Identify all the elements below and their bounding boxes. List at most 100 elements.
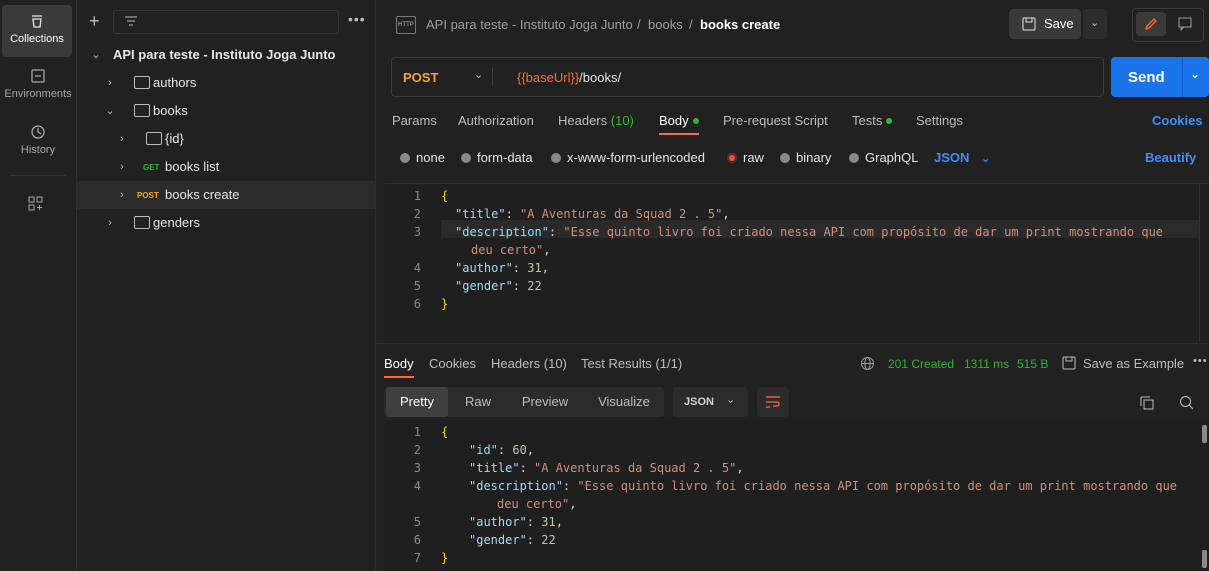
request-body-editor[interactable]: 1 2 3 4 5 6 { "title": "A Aventuras da S… [385, 183, 1209, 342]
tab-body[interactable]: Body [659, 113, 699, 128]
copy-icon[interactable] [1140, 396, 1154, 410]
grid-plus-icon [28, 196, 43, 211]
edit-mode-button[interactable] [1136, 12, 1166, 36]
chevron-down-icon: ⌄ [981, 153, 991, 165]
response-size[interactable]: 515 B [1017, 357, 1048, 371]
radio-label: raw [743, 150, 764, 165]
editor-scrollbar[interactable] [1199, 184, 1200, 342]
rail-environments[interactable]: Environments [0, 68, 76, 108]
view-pretty[interactable]: Pretty [386, 387, 448, 417]
tree-label: books list [165, 159, 220, 174]
tab-tests[interactable]: Tests [852, 113, 893, 128]
radio-label: none [416, 150, 445, 165]
globe-icon[interactable] [860, 356, 875, 371]
tab-tests-label: Tests [852, 113, 883, 128]
method-tag: POST [137, 191, 159, 200]
response-format-select[interactable]: JSON ⌄ [673, 387, 748, 417]
scrollbar-thumb[interactable] [1202, 425, 1207, 443]
url-input[interactable]: {{baseUrl}}/books/ [517, 70, 621, 85]
tab-headers[interactable]: Headers (10) [558, 113, 634, 128]
rail-history-label: History [20, 144, 56, 156]
comments-button[interactable] [1171, 12, 1199, 36]
tree-folder-genders[interactable]: › genders [77, 209, 375, 237]
send-label: Send [1128, 69, 1165, 86]
line-number: 1 [413, 189, 421, 203]
radio-label: form-data [477, 150, 533, 165]
sidebar: + ••• ⌄ API para teste - Instituto Joga … [77, 0, 376, 571]
breadcrumb-folder[interactable]: books [648, 17, 683, 32]
tab-params[interactable]: Params [392, 113, 437, 128]
chevron-right-icon: › [108, 77, 112, 89]
response-tab-body[interactable]: Body [384, 356, 414, 371]
response-time[interactable]: 1311 ms [964, 357, 1009, 371]
breadcrumb-collection[interactable]: API para teste - Instituto Joga Junto [426, 17, 633, 32]
response-active-indicator [384, 376, 414, 378]
line-number: 7 [413, 551, 421, 565]
save-icon [1062, 356, 1076, 370]
tree-folder-authors[interactable]: › authors [77, 69, 375, 97]
cookies-link[interactable]: Cookies [1152, 113, 1203, 128]
tab-authorization[interactable]: Authorization [458, 113, 534, 128]
wrap-lines-button[interactable] [757, 387, 789, 417]
scrollbar-thumb[interactable] [1202, 550, 1207, 568]
line-number: 6 [413, 533, 421, 547]
code-brace: } [441, 297, 449, 311]
tree-label: books create [165, 187, 240, 202]
save-example-label: Save as Example [1083, 356, 1185, 371]
response-body-viewer[interactable]: 1 2 3 4 5 6 7 { "id": 60, "title": "A Av… [385, 420, 1209, 571]
active-tab-indicator [659, 133, 699, 135]
body-mode-form-data[interactable]: form-data [461, 150, 533, 165]
save-button[interactable]: Save [1009, 9, 1081, 39]
search-icon[interactable] [1179, 395, 1194, 410]
code-line: "gender": 22 [455, 279, 542, 293]
method-label: POST [403, 70, 439, 85]
tree-request-books-create[interactable]: › POST books create [77, 181, 375, 209]
rail-configure-workbench[interactable] [28, 196, 44, 215]
code-brace: { [441, 425, 449, 439]
line-number: 5 [413, 279, 421, 293]
status-code[interactable]: 201 Created [888, 357, 954, 371]
tests-dot [886, 118, 893, 124]
view-preview[interactable]: Preview [510, 387, 580, 417]
url-divider [492, 68, 493, 86]
view-visualize[interactable]: Visualize [586, 387, 662, 417]
tree-request-books-list[interactable]: › GET books list [77, 153, 375, 181]
chevron-down-icon[interactable]: ⌄ [1190, 67, 1200, 81]
body-mode-raw[interactable]: raw [727, 150, 764, 165]
tree-folder-id[interactable]: › {id} [77, 125, 375, 153]
response-tab-headers[interactable]: Headers (10) [491, 356, 567, 371]
collection-filter-input[interactable] [113, 10, 339, 34]
response-tab-cookies[interactable]: Cookies [429, 356, 476, 371]
method-select[interactable]: POST ⌄ [392, 58, 492, 96]
line-number: 6 [413, 297, 421, 311]
body-mode-urlencoded[interactable]: x-www-form-urlencoded [551, 150, 705, 165]
save-icon [1022, 17, 1036, 31]
tree-label: books [153, 103, 188, 118]
chevron-right-icon: › [108, 217, 112, 229]
tab-body-label: Body [659, 113, 689, 128]
code-line: deu certo", [471, 243, 551, 257]
tab-pre-request-script[interactable]: Pre-request Script [723, 113, 828, 128]
radio-icon [780, 153, 790, 163]
tree-collection[interactable]: ⌄ API para teste - Instituto Joga Junto [77, 41, 375, 69]
wrap-icon [766, 396, 780, 408]
response-tab-test-results[interactable]: Test Results (1/1) [581, 356, 682, 371]
body-mode-graphql[interactable]: GraphQL [849, 150, 918, 165]
new-collection-plus-icon[interactable]: + [89, 12, 100, 30]
body-format-select[interactable]: JSON ⌄ [934, 150, 990, 165]
tree-folder-books[interactable]: ⌄ books [77, 97, 375, 125]
body-mode-binary[interactable]: binary [780, 150, 831, 165]
sidebar-more-icon[interactable]: ••• [348, 12, 366, 26]
rail-history[interactable]: History [0, 124, 76, 164]
save-dropdown-button[interactable]: ⌄ [1083, 9, 1107, 39]
tab-settings[interactable]: Settings [916, 113, 963, 128]
radio-label: x-www-form-urlencoded [567, 150, 705, 165]
response-more-icon[interactable]: ••• [1193, 355, 1208, 367]
rail-collections[interactable]: Collections [2, 5, 72, 57]
chevron-down-icon: ⌄ [105, 105, 115, 117]
code-line: deu certo", [497, 497, 577, 511]
beautify-button[interactable]: Beautify [1145, 150, 1196, 165]
view-raw[interactable]: Raw [452, 387, 504, 417]
body-mode-none[interactable]: none [400, 150, 445, 165]
send-button[interactable]: Send ⌄ [1111, 57, 1209, 97]
